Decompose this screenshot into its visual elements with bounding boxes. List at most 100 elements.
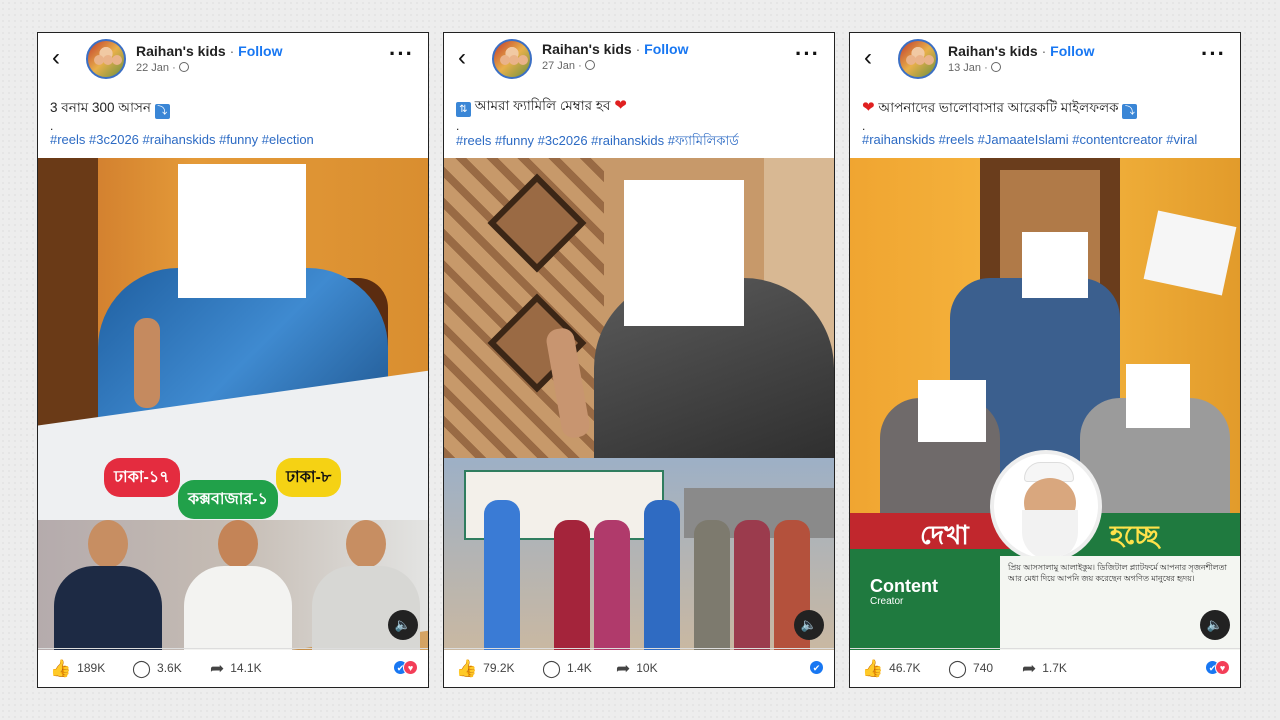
banner-word-right: হচ্ছে — [1110, 520, 1159, 550]
hashtags[interactable]: #reels #funny #3c2026 #raihanskids #ফ্যা… — [456, 132, 739, 153]
reaction-icons[interactable]: ✔ ♥ — [1205, 660, 1230, 675]
sort-arrows-badge-icon: ⇅ — [456, 102, 471, 117]
caption-dot: . — [50, 119, 54, 133]
comment-icon: ◯ — [948, 659, 968, 678]
like-icon: 👍 — [50, 659, 72, 678]
share-count: 14.1K — [230, 661, 262, 675]
reaction-icons[interactable]: ✔ — [809, 660, 824, 675]
back-arrow-icon[interactable]: ‹ — [864, 46, 872, 70]
share-stat[interactable]: ➦ 14.1K — [210, 659, 262, 679]
love-reaction-icon: ♥ — [1215, 660, 1230, 675]
reel-post-card-3: ‹ Raihan's kids · Follow 13 Jan · ··· ❤ … — [849, 32, 1241, 688]
candidate-photo — [48, 520, 166, 650]
back-arrow-icon[interactable]: ‹ — [458, 46, 466, 70]
share-count: 10K — [636, 661, 658, 675]
page-name[interactable]: Raihan's kids — [542, 41, 632, 57]
avatar[interactable] — [492, 39, 532, 79]
like-icon: 👍 — [456, 659, 478, 678]
banner-word-left: দেখা — [920, 520, 969, 550]
avatar[interactable] — [86, 39, 126, 79]
back-arrow-icon[interactable]: ‹ — [52, 46, 60, 70]
reel-video[interactable]: দেখা হচ্ছে Content Creator প্রিয় আসসালা… — [850, 158, 1240, 650]
share-icon: ➦ — [1022, 659, 1037, 678]
like-stat[interactable]: 👍 79.2K — [456, 659, 515, 679]
redacted-face — [1022, 232, 1088, 298]
comment-icon: ◯ — [542, 659, 562, 678]
post-footer: 👍 46.7K ◯ 740 ➦ 1.7K ✔ ♥ — [850, 648, 1240, 687]
speaker-icon[interactable]: 🔈 — [388, 610, 418, 640]
speaker-icon[interactable]: 🔈 — [1200, 610, 1230, 640]
speaker-icon[interactable]: 🔈 — [794, 610, 824, 640]
arrow-down-badge-icon: ⤵ — [1122, 104, 1138, 119]
candidate-photo — [178, 520, 296, 650]
logo-line-2: Creator — [870, 596, 904, 607]
globe-icon — [584, 60, 595, 70]
like-count: 46.7K — [889, 661, 921, 675]
comment-count: 1.4K — [567, 661, 592, 675]
heart-emoji-icon: ❤ — [614, 97, 627, 114]
post-meta: 27 Jan · — [542, 60, 595, 72]
like-stat[interactable]: 👍 46.7K — [862, 659, 921, 679]
caption-text: আপনাদের ভালোবাসার আরেকটি মাইলফলক — [878, 100, 1119, 115]
post-header: ‹ Raihan's kids · Follow 22 Jan · ··· — [38, 33, 428, 85]
globe-icon — [178, 62, 189, 72]
post-date: 27 Jan — [542, 60, 576, 72]
more-options-icon[interactable]: ··· — [1201, 43, 1226, 65]
caption-dot: . — [456, 119, 460, 133]
arrow-down-badge-icon: ⤵ — [154, 104, 170, 119]
portrait-circle — [990, 450, 1102, 562]
follow-button[interactable]: Follow — [238, 43, 282, 59]
reel-video[interactable]: ঢাকা-১৭ কক্সবাজার-১ ঢাকা-৮ 🔈 — [38, 158, 428, 650]
redacted-face — [1126, 364, 1190, 428]
avatar[interactable] — [898, 39, 938, 79]
reaction-icons[interactable]: ✔ ♥ — [393, 660, 418, 675]
share-icon: ➦ — [210, 659, 225, 678]
page-name-line: Raihan's kids · Follow — [948, 43, 1095, 59]
share-icon: ➦ — [616, 659, 631, 678]
page-name[interactable]: Raihan's kids — [948, 43, 1038, 59]
post-caption: ⇅ আমরা ফ্যামিলি মেম্বার হব ❤ — [456, 95, 627, 118]
post-footer: 👍 189K ◯ 3.6K ➦ 14.1K ✔ ♥ — [38, 648, 428, 687]
post-header: ‹ Raihan's kids · Follow 27 Jan · ··· — [444, 33, 834, 85]
comment-stat[interactable]: ◯ 3.6K — [132, 659, 182, 679]
post-meta: 22 Jan · — [136, 62, 189, 74]
post-caption: ❤ আপনাদের ভালোবাসার আরেকটি মাইলফলক ⤵ — [862, 97, 1138, 120]
post-footer: 👍 79.2K ◯ 1.4K ➦ 10K ✔ — [444, 648, 834, 687]
redacted-face — [624, 180, 744, 326]
follow-button[interactable]: Follow — [644, 41, 688, 57]
reel-post-card-2: ‹ Raihan's kids · Follow 27 Jan · ··· ⇅ … — [443, 32, 835, 688]
hashtags[interactable]: #raihanskids #reels #JamaateIslami #cont… — [862, 132, 1197, 147]
comment-stat[interactable]: ◯ 1.4K — [542, 659, 592, 679]
page-name-line: Raihan's kids · Follow — [136, 43, 283, 59]
caption-text: আমরা ফ্যামিলি মেম্বার হব — [474, 98, 611, 113]
like-reaction-icon: ✔ — [809, 660, 824, 675]
share-count: 1.7K — [1042, 661, 1067, 675]
caption-dot: . — [862, 119, 866, 133]
globe-icon — [990, 62, 1001, 72]
comment-stat[interactable]: ◯ 740 — [948, 659, 993, 679]
constituency-label: ঢাকা-১৭ — [104, 458, 180, 497]
share-stat[interactable]: ➦ 1.7K — [1022, 659, 1067, 679]
logo-line-1: Content — [870, 576, 938, 596]
more-options-icon[interactable]: ··· — [389, 43, 414, 65]
like-count: 189K — [77, 661, 106, 675]
post-header: ‹ Raihan's kids · Follow 13 Jan · ··· — [850, 33, 1240, 85]
hashtags[interactable]: #reels #3c2026 #raihanskids #funny #elec… — [50, 132, 314, 147]
content-creator-logo: Content Creator — [870, 576, 938, 610]
constituency-label: কক্সবাজার-১ — [178, 480, 278, 519]
post-meta: 13 Jan · — [948, 62, 1001, 74]
comment-icon: ◯ — [132, 659, 152, 678]
like-icon: 👍 — [862, 659, 884, 678]
reel-video[interactable]: 🔈 — [444, 158, 834, 650]
more-options-icon[interactable]: ··· — [795, 43, 820, 65]
constituency-label: ঢাকা-৮ — [276, 458, 342, 497]
follow-button[interactable]: Follow — [1050, 43, 1094, 59]
comment-count: 3.6K — [157, 661, 182, 675]
like-stat[interactable]: 👍 189K — [50, 659, 105, 679]
page-name[interactable]: Raihan's kids — [136, 43, 226, 59]
redacted-face — [918, 380, 986, 442]
reel-post-card-1: ‹ Raihan's kids · Follow 22 Jan · ··· 3 … — [37, 32, 429, 688]
caption-text: 3 বনাম 300 আসন — [50, 100, 151, 115]
share-stat[interactable]: ➦ 10K — [616, 659, 658, 679]
page-name-line: Raihan's kids · Follow — [542, 41, 689, 57]
